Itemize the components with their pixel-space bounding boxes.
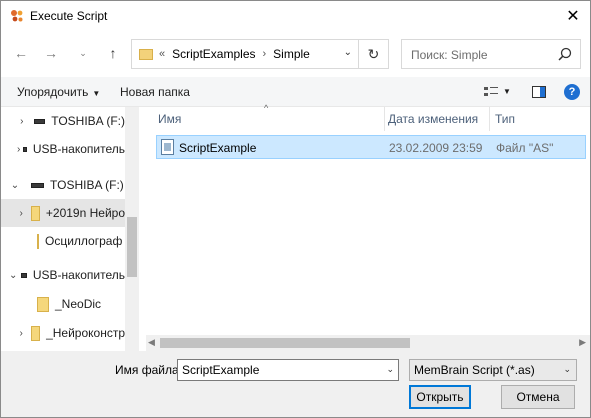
chevron-right-icon[interactable]: › [17,208,25,219]
navigation-bar: ← → ⌄ ↑ « ScriptExamples › Simple ⌄ ↻ По… [1,35,590,71]
recent-locations-chevron-icon[interactable]: ⌄ [71,41,95,65]
address-bar[interactable]: « ScriptExamples › Simple ⌄ ↻ [131,39,389,69]
filename-label: Имя файла: [115,363,182,377]
title-bar: Execute Script ✕ [1,1,590,31]
scrollbar-thumb[interactable] [127,217,137,277]
forward-arrow-icon[interactable]: → [39,41,63,65]
navigation-tree: › TOSHIBA (F:) › USB-накопитель ⌄ TOSHIB… [1,107,139,351]
folder-icon [37,233,39,249]
file-list: ^ Имя Дата изменения Тип ScriptExample 2… [146,103,590,351]
view-options-icon[interactable] [483,84,499,100]
tree-item-label: USB-накопитель [32,142,125,156]
chevron-right-icon[interactable]: › [17,144,20,155]
tree-item-label: Осциллограф S [45,234,125,248]
tree-scrollbar[interactable] [125,107,139,351]
tree-item[interactable]: Осциллограф S [1,227,125,255]
drive-icon [20,272,27,278]
chevron-down-icon[interactable]: ⌄ [9,180,21,191]
search-icon[interactable] [558,47,572,61]
scrollbar-thumb[interactable] [160,338,410,348]
folder-icon [31,325,41,341]
tree-item[interactable]: ⌄ USB-накопитель [1,261,125,289]
column-header-date[interactable]: Дата изменения [388,107,478,131]
column-divider[interactable] [489,107,490,131]
drive-icon [22,146,27,152]
execute-script-dialog: Execute Script ✕ ← → ⌄ ↑ « ScriptExample… [0,0,591,418]
up-arrow-icon[interactable]: ↑ [101,41,125,65]
chevron-right-icon[interactable]: › [263,48,267,60]
help-icon[interactable]: ? [564,84,580,100]
drive-icon [31,182,44,188]
chevron-down-icon[interactable]: ⌄ [386,364,394,375]
filename-value: ScriptExample [182,363,260,377]
breadcrumb-overflow[interactable]: « [159,48,165,60]
tree-item-label: TOSHIBA (F:) [51,114,125,128]
chevron-down-icon: ▼ [92,89,101,98]
search-input[interactable]: Поиск: Simple [401,39,581,69]
file-row-selected[interactable]: ScriptExample 23.02.2009 23:59 Файл "AS" [156,135,586,159]
preview-pane-icon[interactable] [531,84,547,100]
folder-icon [37,296,49,312]
search-placeholder: Поиск: Simple [411,48,488,62]
tree-item-label: +2019n Нейро [45,206,125,220]
breadcrumb-item[interactable]: Simple [273,47,310,61]
open-button[interactable]: Открыть [409,385,471,409]
file-name: ScriptExample [179,141,257,155]
column-header-name[interactable]: Имя [158,107,181,131]
file-type: Файл "AS" [496,141,554,155]
tree-item-label: _Нейроконстр [46,326,125,340]
view-dropdown-icon[interactable]: ▼ [503,87,511,96]
chevron-down-icon[interactable]: ⌄ [563,364,571,375]
close-icon[interactable]: ✕ [556,1,590,31]
app-icon [11,10,23,22]
folder-icon [139,48,153,60]
organize-label: Упорядочить [17,85,89,99]
new-folder-button[interactable]: Новая папка [120,85,190,99]
column-header-type[interactable]: Тип [495,107,515,131]
tree-item-label: USB-накопитель [32,268,125,282]
tree-item[interactable]: › TOSHIBA (F:) [1,107,125,135]
file-icon [161,139,174,155]
filename-field[interactable]: ScriptExample ⌄ [177,359,399,381]
chevron-down-icon[interactable]: ⌄ [9,270,17,281]
tree-item-label: TOSHIBA (F:) [50,178,124,192]
filetype-select[interactable]: MemBrain Script (*.as) ⌄ [409,359,577,381]
file-date: 23.02.2009 23:59 [389,141,483,155]
back-arrow-icon[interactable]: ← [9,41,33,65]
dialog-footer: Имя файла: ScriptExample ⌄ MemBrain Scri… [1,351,590,417]
scroll-left-icon[interactable]: ◀ [148,337,155,348]
breadcrumb-item[interactable]: ScriptExamples [172,47,255,61]
tree-item-selected[interactable]: › +2019n Нейро [1,199,125,227]
tree-item[interactable]: › USB-накопитель [1,135,125,163]
window-title: Execute Script [30,9,108,23]
tree-item[interactable]: _NeoDic [1,290,125,318]
refresh-icon[interactable]: ↻ [358,40,388,68]
file-list-scrollbar[interactable]: ◀ ▶ [146,335,590,351]
scroll-right-icon[interactable]: ▶ [579,337,586,348]
column-divider[interactable] [384,107,385,131]
cancel-button[interactable]: Отмена [501,385,575,409]
filetype-value: MemBrain Script (*.as) [414,363,535,377]
chevron-right-icon[interactable]: › [17,116,27,127]
chevron-right-icon[interactable]: › [17,328,25,339]
tree-item-label: _NeoDic [55,297,102,311]
chevron-down-icon[interactable]: ⌄ [344,47,352,58]
sort-ascending-icon: ^ [264,103,269,113]
drive-icon [34,118,46,124]
organize-button[interactable]: Упорядочить ▼ [17,85,100,99]
tree-item[interactable]: ⌄ TOSHIBA (F:) [1,171,125,199]
tree-item[interactable]: › _Нейроконстр [1,319,125,347]
folder-icon [30,205,40,221]
command-bar: Упорядочить ▼ Новая папка ▼ ? [1,77,590,107]
breadcrumb: « ScriptExamples › Simple [159,47,310,61]
